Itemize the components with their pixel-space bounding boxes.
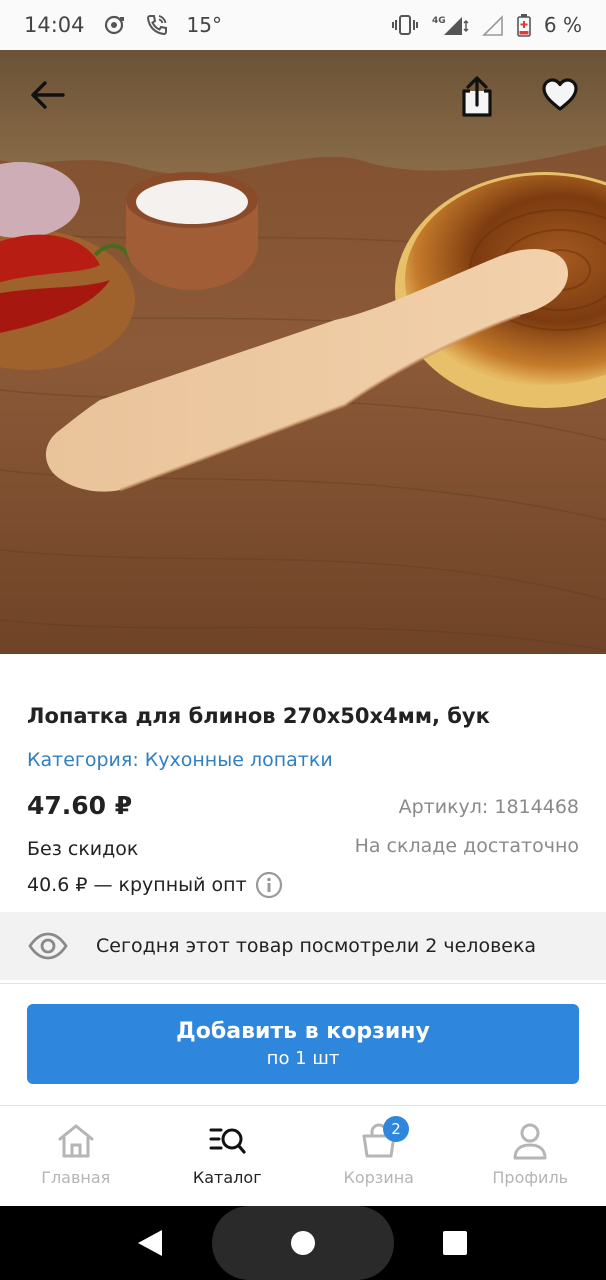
nav-home[interactable]: Главная <box>0 1106 152 1206</box>
square-recents-icon <box>443 1231 467 1255</box>
product-page: 14:04 15° 4G 6 % Лопатка для блинов 270х… <box>0 0 606 1280</box>
catalog-search-icon <box>209 1128 246 1154</box>
user-icon <box>513 1123 547 1160</box>
arrow-left-icon <box>31 81 65 109</box>
category-link[interactable]: Категория: Кухонные лопатки <box>27 749 333 771</box>
nav-catalog-label: Каталог <box>192 1168 262 1187</box>
home-icon <box>58 1124 94 1158</box>
share-icon <box>462 76 492 117</box>
viewers-banner: Сегодня этот товар посмотрели 2 человека <box>0 912 606 980</box>
discount-status: Без скидок <box>27 838 139 860</box>
status-temperature: 15° <box>186 13 222 37</box>
info-icon[interactable] <box>255 871 283 899</box>
status-time: 14:04 <box>24 13 85 37</box>
add-to-cart-quantity: по 1 шт <box>266 1048 340 1069</box>
product-image[interactable] <box>0 50 606 654</box>
nav-catalog[interactable]: Каталог <box>152 1106 304 1206</box>
nav-profile[interactable]: Профиль <box>455 1106 606 1206</box>
circle-home-icon <box>291 1231 315 1255</box>
cart-badge: 2 <box>383 1116 409 1142</box>
system-recents-button[interactable] <box>435 1226 475 1260</box>
stock-status: На складе достаточно <box>354 835 579 857</box>
battery-low-icon <box>516 13 532 37</box>
product-price: 47.60 ₽ <box>27 791 133 820</box>
product-article: Артикул: 1814468 <box>398 796 579 818</box>
notification-icon <box>103 13 127 37</box>
svg-text:4G: 4G <box>432 16 446 26</box>
signal-4g-icon: 4G <box>430 13 470 37</box>
system-navigation-bar <box>0 1206 606 1280</box>
system-back-button[interactable] <box>130 1226 170 1260</box>
divider <box>0 983 606 984</box>
battery-percent: 6 % <box>543 13 582 37</box>
share-button[interactable] <box>449 69 505 125</box>
add-to-cart-label: Добавить в корзину <box>176 1019 430 1044</box>
product-photo <box>0 50 606 654</box>
eye-icon <box>0 932 96 960</box>
nav-cart[interactable]: 2 Корзина <box>303 1106 455 1206</box>
vibrate-icon <box>391 13 418 37</box>
product-title: Лопатка для блинов 270х50х4мм, бук <box>27 704 490 728</box>
back-button[interactable] <box>19 67 75 123</box>
viewers-text: Сегодня этот товар посмотрели 2 человека <box>96 935 537 957</box>
nav-home-label: Главная <box>41 1168 111 1187</box>
wholesale-price: 40.6 ₽ — крупный опт <box>27 871 283 899</box>
system-home-button[interactable] <box>283 1223 323 1263</box>
signal-empty-icon <box>481 13 504 37</box>
favorite-button[interactable] <box>532 67 588 123</box>
nav-profile-label: Профиль <box>492 1168 569 1187</box>
triangle-back-icon <box>138 1230 162 1256</box>
nav-cart-label: Корзина <box>343 1168 414 1187</box>
add-to-cart-button[interactable]: Добавить в корзину по 1 шт <box>27 1004 579 1084</box>
heart-icon <box>542 78 578 111</box>
phone-call-icon <box>145 13 169 37</box>
wholesale-price-text: 40.6 ₽ — крупный опт <box>27 874 247 896</box>
status-bar: 14:04 15° 4G 6 % <box>0 0 606 50</box>
bottom-navigation: Главная Каталог 2 Корзина Профиль <box>0 1106 606 1206</box>
